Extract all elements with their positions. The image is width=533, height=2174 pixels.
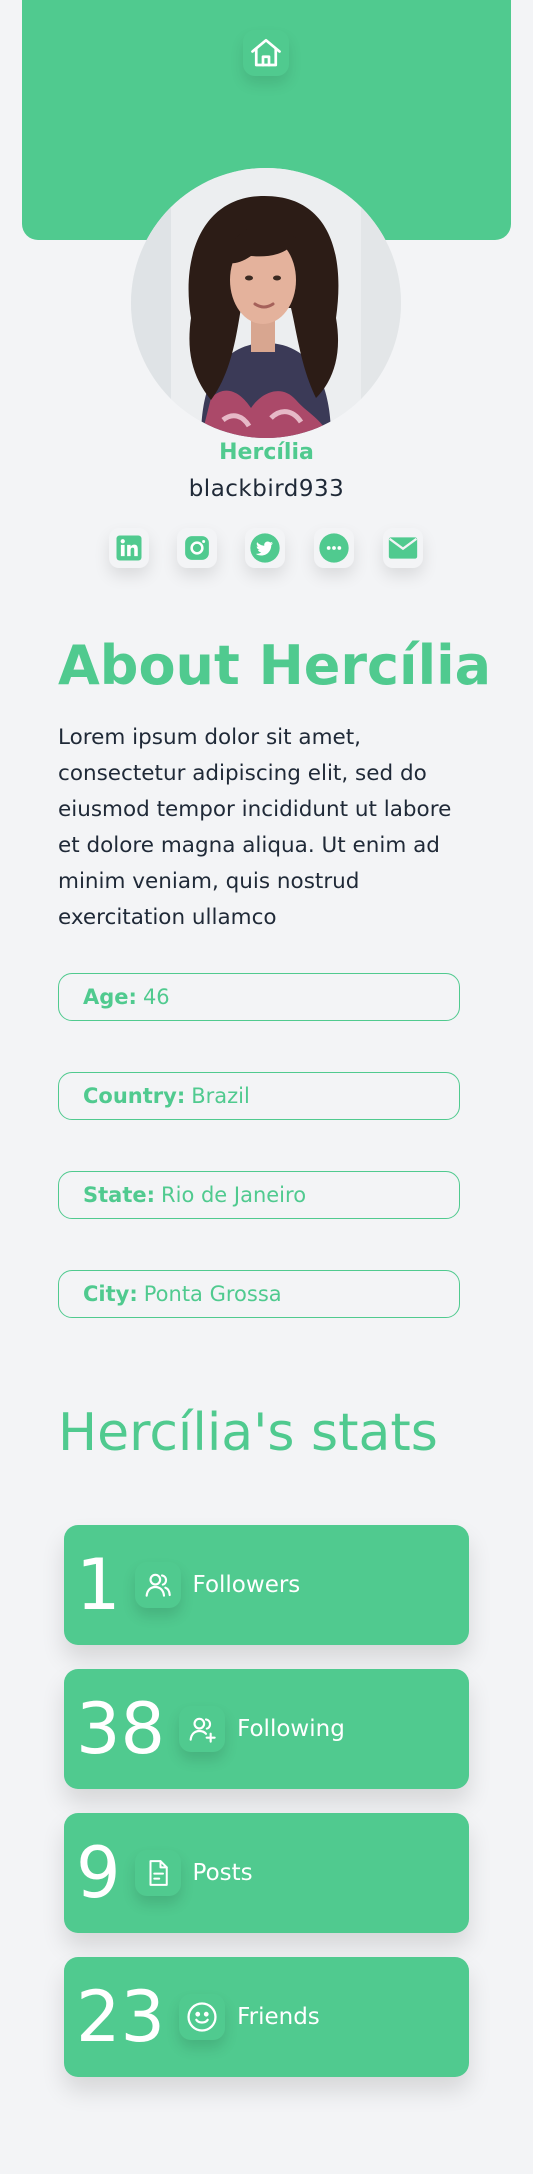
info-state: State: Rio de Janeiro [58,1171,460,1219]
info-age-label: Age: [83,985,137,1009]
home-icon [251,38,281,67]
info-age-value: 46 [142,985,170,1009]
about-bio: Lorem ipsum dolor sit amet, consectetur … [58,725,452,930]
stat-following-label: Following [237,1716,345,1742]
users-icon [145,1573,171,1597]
twitter-link[interactable] [245,528,285,568]
info-city-label: City: [83,1282,138,1306]
user-plus-icon [189,1717,216,1743]
info-age: Age: 46 [58,973,460,1021]
info-country: Country: Brazil [58,1072,460,1120]
stat-following-value: 38 [76,1688,166,1770]
stat-following-icon-wrap [179,1706,225,1752]
linkedin-icon [116,535,142,561]
linkedin-link[interactable] [109,528,149,568]
stat-card-friends[interactable]: 23 Friends [64,1957,469,2077]
info-state-value: Rio de Janeiro [161,1183,307,1207]
mail-link[interactable] [383,528,423,568]
profile-name: Hercília [219,440,314,465]
info-city-value: Ponta Grossa [143,1282,282,1306]
stat-followers-value: 1 [76,1544,121,1626]
document-icon [149,1860,168,1886]
social-links [0,528,533,568]
stat-followers-icon-wrap [135,1562,181,1608]
info-country-value: Brazil [191,1084,250,1108]
instagram-link[interactable] [177,528,217,568]
info-city: City: Ponta Grossa [58,1270,460,1318]
twitter-icon [250,533,280,563]
stat-friends-value: 23 [76,1976,166,2058]
stat-card-following[interactable]: 38 Following [64,1669,469,1789]
chat-bubble-icon [319,533,349,563]
stat-followers-label: Followers [192,1572,301,1598]
info-state-label: State: [83,1183,156,1207]
avatar [131,168,401,438]
profile-photo [131,168,401,438]
home-button[interactable] [243,30,289,76]
stats-title: Hercília's stats [58,1403,438,1463]
stat-posts-label: Posts [192,1860,253,1886]
stat-posts-value: 9 [76,1832,121,1914]
instagram-icon [185,536,209,560]
profile-username: blackbird933 [188,476,345,502]
stat-posts-icon-wrap [135,1850,181,1896]
stat-friends-label: Friends [237,2004,320,2030]
mail-icon [388,537,418,559]
about-title: About Hercília [58,634,492,697]
smile-icon [187,2002,217,2032]
info-country-label: Country: [83,1084,186,1108]
stat-friends-icon-wrap [179,1994,225,2040]
stat-card-posts[interactable]: 9 Posts [64,1813,469,1933]
stat-card-followers[interactable]: 1 Followers [64,1525,469,1645]
chat-link[interactable] [314,528,354,568]
